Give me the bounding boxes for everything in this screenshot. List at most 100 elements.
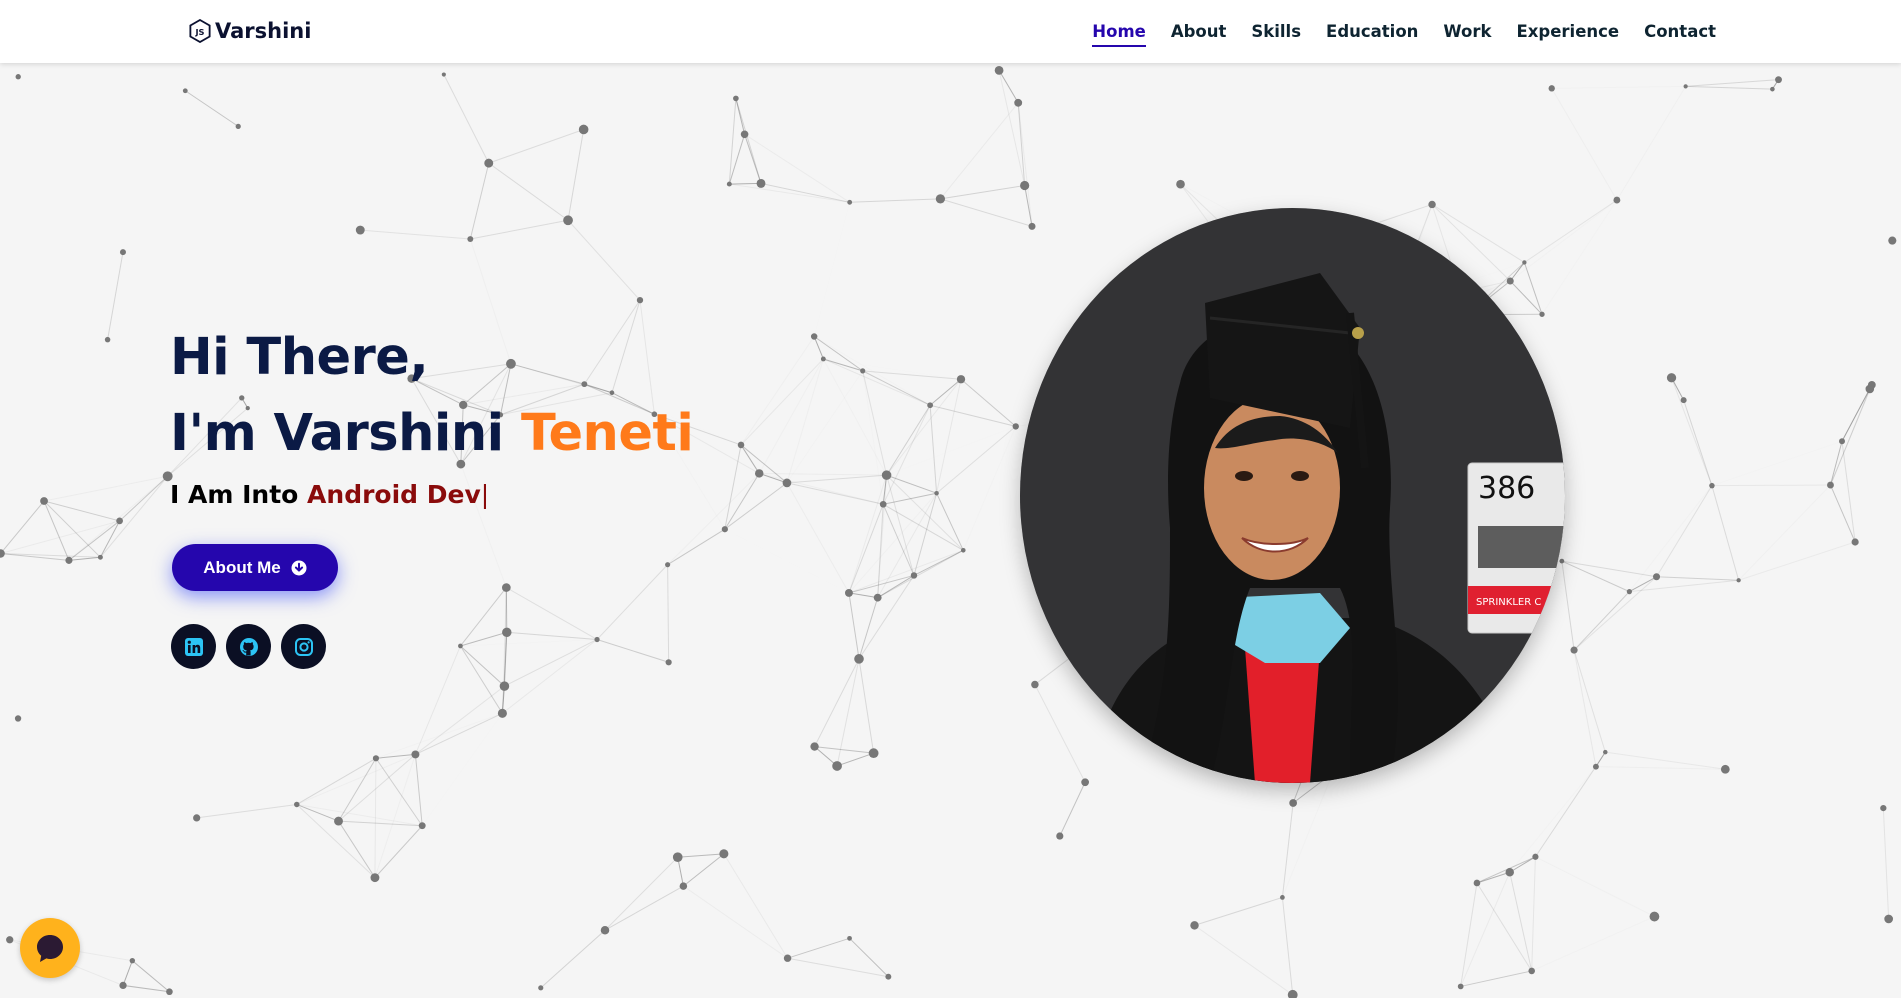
network-node <box>116 517 123 525</box>
network-link <box>1535 857 1654 917</box>
network-node <box>467 236 474 243</box>
nav-about[interactable]: About <box>1171 16 1227 47</box>
network-link <box>677 853 724 858</box>
network-node <box>782 478 792 488</box>
nav-contact[interactable]: Contact <box>1644 16 1716 47</box>
network-node <box>0 549 5 558</box>
about-me-button[interactable]: About Me <box>172 544 338 591</box>
network-link <box>1524 199 1618 263</box>
network-node <box>1683 84 1688 89</box>
network-link <box>1573 649 1606 753</box>
network-link <box>877 492 938 598</box>
network-node <box>372 755 380 762</box>
network-node <box>756 178 766 188</box>
chat-widget-button[interactable] <box>20 918 80 978</box>
linkedin-link[interactable] <box>171 624 216 669</box>
network-node <box>879 500 887 508</box>
network-node <box>810 333 818 340</box>
network-link <box>735 98 762 184</box>
network-node <box>119 249 126 256</box>
network-node <box>810 742 819 751</box>
network-link <box>725 529 849 593</box>
network-node <box>1506 277 1514 285</box>
network-link <box>360 229 471 240</box>
network-link <box>1460 882 1478 987</box>
network-link <box>1476 871 1510 884</box>
network-node <box>1851 538 1859 546</box>
network-link <box>723 853 788 959</box>
network-link <box>122 960 133 986</box>
network-link <box>1617 86 1686 200</box>
network-link <box>886 475 915 576</box>
network-link <box>1532 917 1655 971</box>
network-link <box>667 564 670 663</box>
network-link <box>848 592 860 659</box>
network-node <box>502 627 512 638</box>
network-node <box>1649 911 1660 922</box>
network-link <box>1830 384 1873 486</box>
network-node <box>860 368 866 374</box>
network-node <box>1528 967 1535 975</box>
network-node <box>726 181 732 187</box>
network-node <box>119 981 127 990</box>
network-node <box>1559 558 1565 564</box>
network-link <box>1711 484 1831 487</box>
network-link <box>296 804 339 822</box>
network-node <box>873 593 882 602</box>
about-me-label: About Me <box>203 557 281 577</box>
network-node <box>1653 573 1661 581</box>
nodejs-icon: JS <box>189 18 211 44</box>
network-link <box>460 587 507 647</box>
network-node <box>1603 749 1608 755</box>
network-link <box>1561 560 1657 578</box>
nav-home[interactable]: Home <box>1092 16 1146 47</box>
network-node <box>1289 799 1298 807</box>
brand-logo[interactable]: JS Varshini <box>189 17 311 45</box>
network-node <box>129 957 136 964</box>
network-node <box>418 822 426 830</box>
network-link <box>729 182 762 185</box>
network-link <box>415 685 505 755</box>
network-link <box>963 426 1015 550</box>
network-link <box>99 520 121 558</box>
network-link <box>683 885 788 959</box>
network-link <box>1460 970 1532 987</box>
network-node <box>14 715 22 722</box>
hero-greeting: Hi There, I'm Varshini Teneti <box>170 320 694 472</box>
network-link <box>849 493 937 593</box>
network-link <box>0 520 120 554</box>
nav-skills[interactable]: Skills <box>1251 16 1301 47</box>
nav-work[interactable]: Work <box>1443 16 1491 47</box>
network-link <box>374 825 423 878</box>
network-link <box>504 639 598 687</box>
network-node <box>994 66 1004 75</box>
network-node <box>740 130 749 139</box>
network-node <box>563 215 573 226</box>
network-link <box>724 482 788 530</box>
network-node <box>1680 397 1687 404</box>
network-link <box>814 337 930 406</box>
nav-experience[interactable]: Experience <box>1516 16 1619 47</box>
network-link <box>787 937 850 959</box>
network-node <box>754 469 764 478</box>
network-link <box>759 472 788 484</box>
linkedin-icon <box>184 637 203 656</box>
network-node <box>65 556 73 564</box>
network-node <box>956 375 966 384</box>
network-node <box>721 526 728 533</box>
instagram-link[interactable] <box>281 624 326 669</box>
nav-education[interactable]: Education <box>1326 16 1418 47</box>
network-link <box>1281 897 1294 995</box>
network-link <box>1476 882 1533 972</box>
greeting-accent-name: Teneti <box>520 404 694 463</box>
network-node <box>370 873 380 883</box>
network-node <box>636 296 644 304</box>
network-node <box>166 988 173 996</box>
sign-text: SPRINKLER C <box>1476 597 1541 608</box>
chat-bubble-icon <box>37 935 63 962</box>
network-link <box>1561 560 1630 593</box>
network-link <box>1194 896 1283 926</box>
network-node <box>458 643 463 649</box>
github-link[interactable] <box>226 624 271 669</box>
network-node <box>935 194 946 204</box>
